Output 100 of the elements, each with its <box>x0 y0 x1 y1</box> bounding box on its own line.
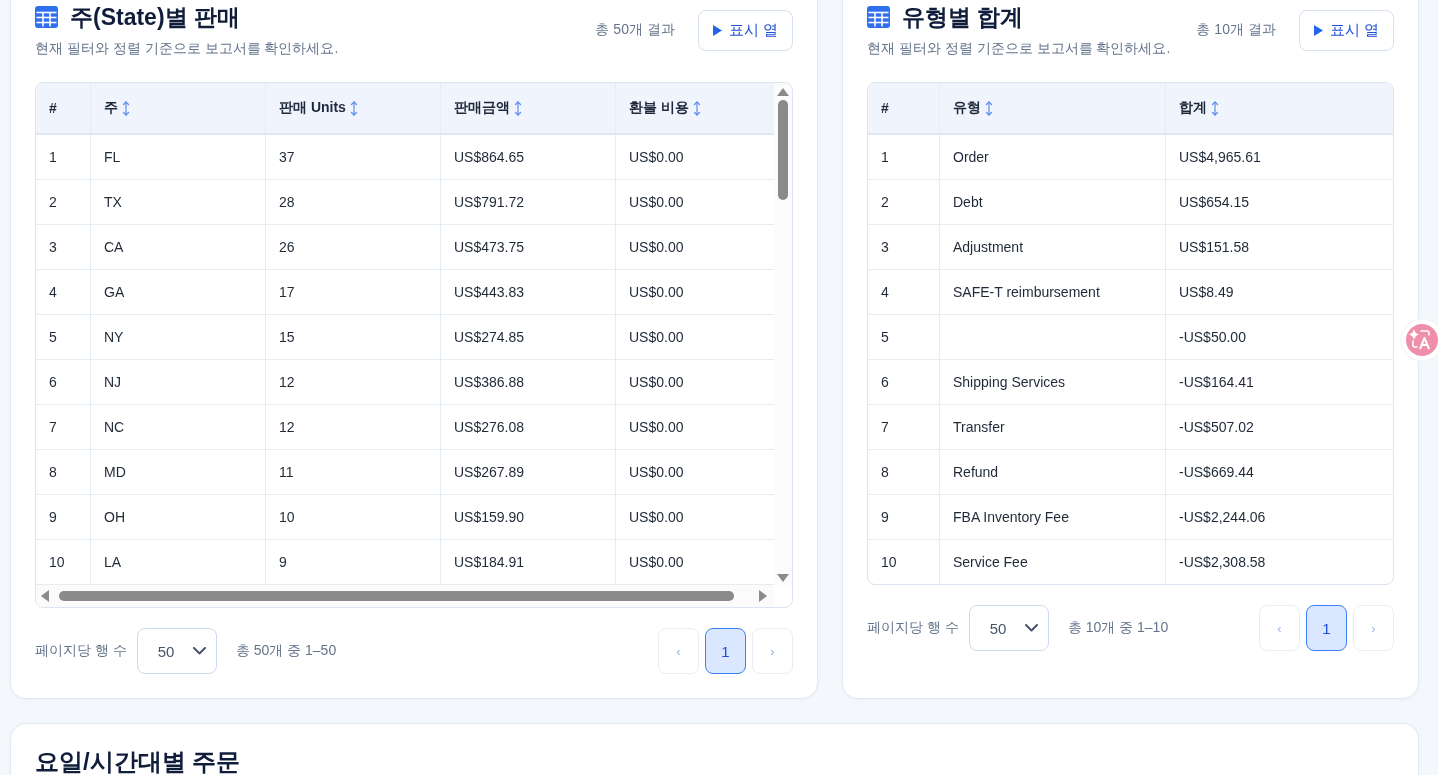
table-cell-text: -US$50.00 <box>1178 328 1247 347</box>
table-cell: US$443.83 <box>441 270 616 314</box>
table-cell: US$473.75 <box>441 225 616 269</box>
table-cell: 12 <box>266 405 441 449</box>
table-cell: US$276.08 <box>441 405 616 449</box>
sort-icon <box>514 100 522 116</box>
table-cell: SAFE-T reimbursement <box>940 270 1166 314</box>
table-cell: NC <box>91 405 266 449</box>
card-subtitle: 현재 필터와 정렬 기준으로 보고서를 확인하세요. <box>867 39 1171 58</box>
table-cell: US$184.91 <box>441 540 616 584</box>
table-cell: 7 <box>36 405 91 449</box>
table-cell-text: US$0.00 <box>628 193 685 212</box>
table-cell: 12 <box>266 360 441 404</box>
table-cell: US$274.85 <box>441 315 616 359</box>
table-cell: 5 <box>36 315 91 359</box>
table-cell: TX <box>91 180 266 224</box>
table-cell-text: US$4,965.61 <box>1178 148 1262 167</box>
table-cell: 2 <box>36 180 91 224</box>
table-cell-text: US$0.00 <box>628 373 685 392</box>
play-icon <box>1313 24 1323 36</box>
table-cell: 28 <box>266 180 441 224</box>
table-cell: 26 <box>266 225 441 269</box>
scrollbar-thumb[interactable] <box>59 591 734 601</box>
table-cell: 7 <box>868 405 940 449</box>
table-cell-text: US$8.49 <box>1178 283 1235 302</box>
card-subtitle: 현재 필터와 정렬 기준으로 보고서를 확인하세요. <box>35 39 339 58</box>
rows-per-page-label: 페이지당 행 수 <box>35 642 127 660</box>
table-cell: 9 <box>36 495 91 539</box>
table-cell: 1 <box>36 135 91 179</box>
translate-icon[interactable] <box>1400 318 1438 362</box>
table-cell: Transfer <box>940 405 1166 449</box>
table-cell-text: US$0.00 <box>628 238 685 257</box>
column-header[interactable]: 합계 <box>1166 83 1393 133</box>
table-cell: 3 <box>868 225 940 269</box>
table-cell: US$864.65 <box>441 135 616 179</box>
table-cell: 5 <box>868 315 940 359</box>
page-range: 총 50개 중 1–50 <box>235 642 337 660</box>
columns-button[interactable]: 표시 열 <box>697 9 793 51</box>
table-cell-text: -US$2,308.58 <box>1178 553 1267 572</box>
card-title: 요일/시간대별 주문 <box>35 748 242 775</box>
table-cell: 1 <box>868 135 940 179</box>
table-cell-text: US$0.00 <box>628 283 685 302</box>
column-header[interactable]: 환불 비용 <box>616 83 774 133</box>
table-cell: FL <box>91 135 266 179</box>
table-cell-text: US$0.00 <box>628 148 685 167</box>
scroll-up-icon[interactable] <box>777 88 789 96</box>
column-header[interactable]: 판매 Units <box>266 83 441 133</box>
scroll-right-icon[interactable] <box>759 590 767 602</box>
table-cell: 6 <box>36 360 91 404</box>
table-cell: Service Fee <box>940 540 1166 584</box>
table-cell-text: US$0.00 <box>628 463 685 482</box>
page-range: 총 10개 중 1–10 <box>1067 619 1169 637</box>
table-cell: 10 <box>868 540 940 584</box>
table-cell-text: US$0.00 <box>628 328 685 347</box>
scrollbar-thumb[interactable] <box>778 100 788 200</box>
table-cell-text: US$0.00 <box>628 418 685 437</box>
table-cell: 6 <box>868 360 940 404</box>
table-cell: 10 <box>36 540 91 584</box>
table-cell: 4 <box>36 270 91 314</box>
table-cell: US$386.88 <box>441 360 616 404</box>
scroll-down-icon[interactable] <box>777 574 789 582</box>
table-cell: Shipping Services <box>940 360 1166 404</box>
page-button[interactable]: 1 <box>1306 605 1347 651</box>
column-header[interactable]: 주 <box>91 83 266 133</box>
table-cell: OH <box>91 495 266 539</box>
table-cell-text: US$0.00 <box>628 508 685 527</box>
table-cell-text: -US$669.44 <box>1178 463 1255 482</box>
table-cell: 2 <box>868 180 940 224</box>
table-cell: US$159.90 <box>441 495 616 539</box>
table-cell: US$267.89 <box>441 450 616 494</box>
columns-button[interactable]: 표시 열 <box>1298 9 1394 51</box>
rows-per-page-select[interactable]: 50 <box>968 605 1049 651</box>
table-cell: 37 <box>266 135 441 179</box>
table-cell: 8 <box>868 450 940 494</box>
rows-per-page-select[interactable]: 50 <box>136 628 217 674</box>
table-cell: US$791.72 <box>441 180 616 224</box>
table-cell: 9 <box>868 495 940 539</box>
table-icon <box>867 6 890 28</box>
table-cell: 8 <box>36 450 91 494</box>
sort-icon <box>1211 100 1219 116</box>
chevron-down-icon <box>192 647 206 655</box>
table-cell: FBA Inventory Fee <box>940 495 1166 539</box>
column-header: # <box>868 83 940 133</box>
table-icon <box>35 6 58 28</box>
table-cell: CA <box>91 225 266 269</box>
table-cell-text: US$0.00 <box>628 553 685 572</box>
table-cell: MD <box>91 450 266 494</box>
vertical-scrollbar[interactable] <box>774 83 792 585</box>
sort-icon <box>692 100 701 116</box>
table-cell: Debt <box>940 180 1166 224</box>
table-cell-text: -US$164.41 <box>1178 373 1255 392</box>
column-header[interactable]: 판매금액 <box>441 83 616 133</box>
page-button[interactable]: 1 <box>705 628 746 674</box>
horizontal-scrollbar[interactable] <box>36 585 774 607</box>
card-title: 유형별 합계 <box>902 3 1024 32</box>
column-header[interactable]: 유형 <box>940 83 1166 133</box>
table-cell: 17 <box>266 270 441 314</box>
scroll-left-icon[interactable] <box>41 590 49 602</box>
table-cell: GA <box>91 270 266 314</box>
table-cell: Refund <box>940 450 1166 494</box>
